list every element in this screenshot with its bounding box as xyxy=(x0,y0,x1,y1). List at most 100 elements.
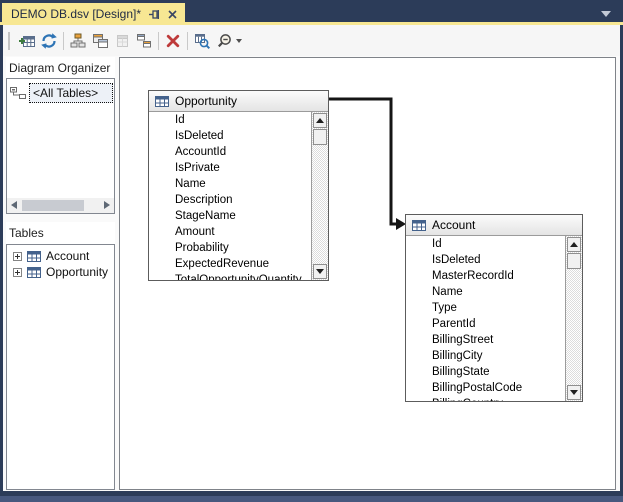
zoom-icon xyxy=(217,33,233,49)
table-icon xyxy=(27,267,41,278)
tree-item-label[interactable]: Opportunity xyxy=(46,265,108,279)
field-row[interactable]: Probability xyxy=(149,240,311,256)
add-remove-tables-button[interactable] xyxy=(16,30,38,52)
close-icon[interactable] xyxy=(168,10,177,19)
scroll-left-icon[interactable] xyxy=(11,201,17,209)
client-area: Diagram Organizer xyxy=(3,25,620,491)
horizontal-scrollbar[interactable] xyxy=(7,198,114,213)
scrollbar-thumb[interactable] xyxy=(313,129,327,145)
field-row[interactable]: BillingState xyxy=(406,364,565,380)
scroll-down-icon xyxy=(570,390,578,395)
tree-item[interactable]: Account xyxy=(7,248,114,264)
table-widget-header[interactable]: Account xyxy=(406,215,582,236)
vertical-scrollbar[interactable] xyxy=(311,112,328,280)
table-widget-header[interactable]: Opportunity xyxy=(149,91,328,112)
tree-item-label[interactable]: Account xyxy=(46,249,89,263)
diagram-item-label[interactable]: <All Tables> xyxy=(29,83,113,103)
scrollbar-thumb[interactable] xyxy=(22,200,84,211)
vertical-scrollbar[interactable] xyxy=(565,236,582,401)
field-row[interactable]: Id xyxy=(406,236,565,252)
tab-list-chevron-icon[interactable] xyxy=(601,11,611,17)
table-widget-body: Id IsDeleted xyxy=(406,236,582,401)
scroll-up-button[interactable] xyxy=(567,237,581,252)
field-name: Type xyxy=(432,302,457,314)
delete-button[interactable] xyxy=(162,30,184,52)
diagram-organizer-title: Diagram Organizer xyxy=(6,57,115,78)
field-row[interactable]: Id xyxy=(149,112,311,128)
diagram-organizer-panel: Diagram Organizer xyxy=(6,57,115,214)
scroll-down-icon xyxy=(316,269,324,274)
field-row[interactable]: BillingCity xyxy=(406,348,565,364)
document-tab[interactable]: DEMO DB.dsv [Design]* xyxy=(2,3,185,25)
table-widget-opportunity[interactable]: Opportunity Id xyxy=(148,90,329,281)
field-name: Amount xyxy=(175,226,215,238)
field-row[interactable]: IsPrivate xyxy=(149,160,311,176)
field-name: IsDeleted xyxy=(175,130,224,142)
field-name: BillingState xyxy=(432,366,490,378)
expand-plus-icon[interactable] xyxy=(13,252,22,261)
field-name: MasterRecordId xyxy=(432,270,514,282)
field-name: AccountId xyxy=(175,146,226,158)
document-tab-strip: DEMO DB.dsv [Design]* xyxy=(0,0,623,25)
arrange-tables-icon xyxy=(70,33,86,49)
designer-toolbar xyxy=(3,25,620,56)
toolbar-separator xyxy=(63,32,64,50)
table-widget-body: Id IsDeleted xyxy=(149,112,328,280)
find-table-button[interactable] xyxy=(191,30,213,52)
field-row[interactable]: Amount xyxy=(149,224,311,240)
table-icon xyxy=(412,220,426,231)
field-row[interactable]: BillingStreet xyxy=(406,332,565,348)
delete-icon xyxy=(165,33,181,49)
refresh-button[interactable] xyxy=(38,30,60,52)
scroll-right-icon[interactable] xyxy=(104,201,110,209)
field-name: BillingCountry xyxy=(432,398,503,401)
field-name: Id xyxy=(175,114,185,126)
field-row[interactable]: AccountId xyxy=(149,144,311,160)
field-row[interactable]: MasterRecordId xyxy=(406,268,565,284)
table-widget-title: Opportunity xyxy=(175,94,237,108)
field-row[interactable]: IsDeleted xyxy=(406,252,565,268)
expand-plus-icon[interactable] xyxy=(13,268,22,277)
field-name: Probability xyxy=(175,242,229,254)
field-row[interactable]: ExpectedRevenue xyxy=(149,256,311,272)
diagram-icon xyxy=(10,87,26,99)
new-diagram-button[interactable] xyxy=(133,30,155,52)
field-row[interactable]: IsDeleted xyxy=(149,128,311,144)
table-icon xyxy=(27,251,41,262)
table-widget-title: Account xyxy=(432,218,475,232)
field-row[interactable]: Description xyxy=(149,192,311,208)
scroll-up-button[interactable] xyxy=(313,113,327,128)
diagram-item[interactable]: <All Tables> xyxy=(10,83,113,103)
find-table-icon xyxy=(194,33,210,49)
field-row[interactable]: Type xyxy=(406,300,565,316)
toolbar-separator xyxy=(158,32,159,50)
show-related-tables-button[interactable] xyxy=(89,30,111,52)
field-name: Name xyxy=(175,178,206,190)
replace-table-icon xyxy=(114,33,130,49)
field-row[interactable]: Name xyxy=(149,176,311,192)
replace-table-button[interactable] xyxy=(111,30,133,52)
zoom-button[interactable] xyxy=(213,30,245,52)
field-row[interactable]: TotalOpportunityQuantity xyxy=(149,272,311,280)
scrollbar-thumb[interactable] xyxy=(567,253,581,269)
field-row[interactable]: StageName xyxy=(149,208,311,224)
field-name: BillingPostalCode xyxy=(432,382,522,394)
diagram-organizer-list: <All Tables> xyxy=(6,78,115,214)
tables-tree: Account Opportunity xyxy=(6,244,115,490)
field-row[interactable]: Name xyxy=(406,284,565,300)
field-row[interactable]: ParentId xyxy=(406,316,565,332)
field-row[interactable]: BillingPostalCode xyxy=(406,380,565,396)
arrange-tables-button[interactable] xyxy=(67,30,89,52)
toolbar-grip[interactable] xyxy=(8,32,10,50)
new-diagram-icon xyxy=(136,33,152,49)
window-bottom-strip xyxy=(0,496,623,502)
field-row[interactable]: BillingCountry xyxy=(406,396,565,401)
tree-item[interactable]: Opportunity xyxy=(7,264,114,280)
scroll-down-button[interactable] xyxy=(567,385,581,400)
zoom-dropdown-chevron-icon[interactable] xyxy=(236,39,242,43)
refresh-icon xyxy=(41,33,57,49)
field-name: BillingCity xyxy=(432,350,483,362)
table-widget-account[interactable]: Account Id xyxy=(405,214,583,402)
scroll-down-button[interactable] xyxy=(313,264,327,279)
pin-icon[interactable] xyxy=(149,9,160,20)
